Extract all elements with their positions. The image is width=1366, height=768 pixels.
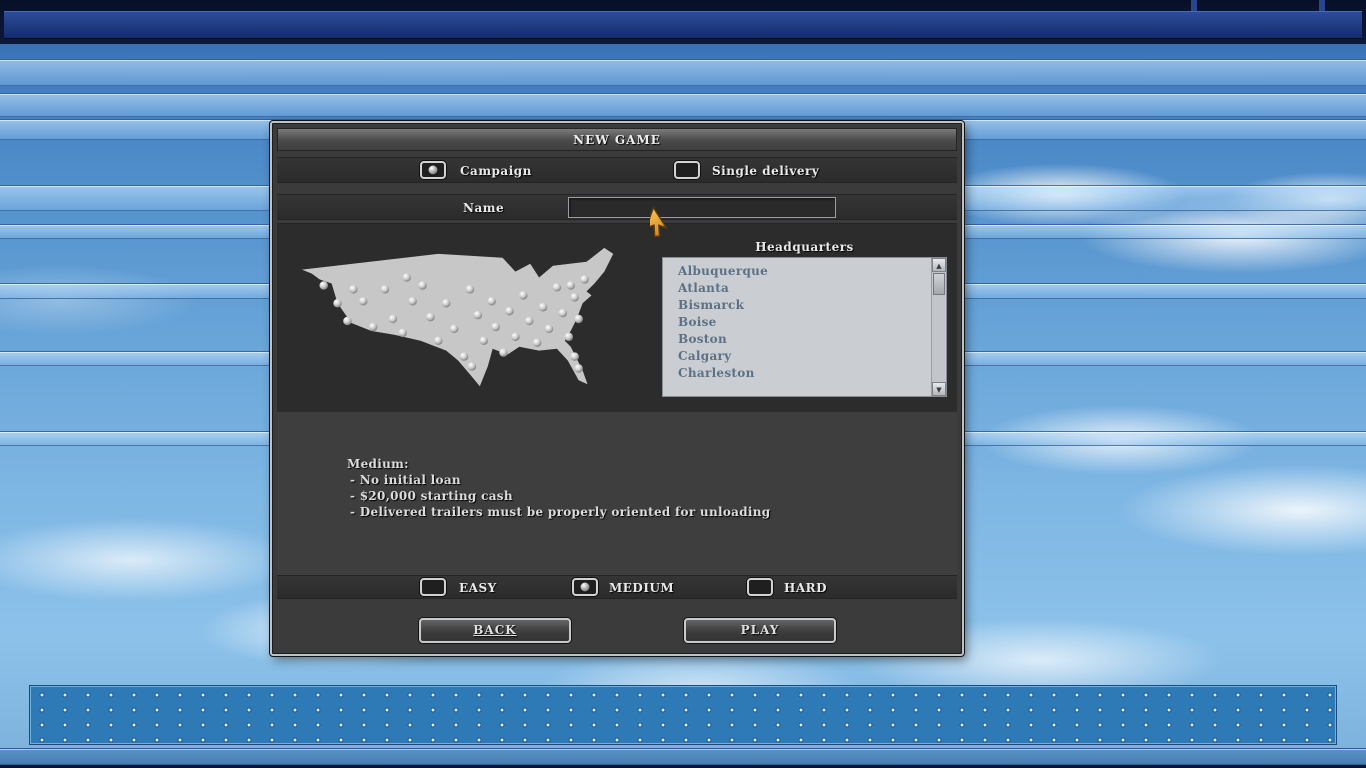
headquarters-list-item[interactable]: Boise bbox=[663, 314, 931, 331]
back-button[interactable]: BACK bbox=[419, 618, 571, 643]
name-label: Name bbox=[463, 199, 504, 217]
single-delivery-checkbox[interactable] bbox=[674, 161, 700, 179]
headquarters-list-item[interactable]: Charleston bbox=[663, 365, 931, 382]
new-game-dialog: NEW GAME Campaign Single delivery Name H… bbox=[270, 121, 964, 656]
difficulty-description-lines: - No initial loan- $20,000 starting cash… bbox=[347, 472, 770, 520]
down-arrow-icon: ▼ bbox=[936, 385, 941, 394]
headquarters-list-items: AlbuquerqueAtlantaBismarckBoiseBostonCal… bbox=[663, 263, 931, 393]
background-stripe bbox=[0, 59, 1366, 86]
easy-label: EASY bbox=[459, 579, 497, 597]
map-section: Headquarters AlbuquerqueAtlantaBismarckB… bbox=[277, 223, 957, 412]
hard-checkbox[interactable] bbox=[747, 578, 773, 596]
headquarters-list-item[interactable]: Albuquerque bbox=[663, 263, 931, 280]
dialog-title-bar: NEW GAME bbox=[277, 128, 957, 151]
headquarters-list-item[interactable]: Calgary bbox=[663, 348, 931, 365]
difficulty-description-line: - $20,000 starting cash bbox=[350, 488, 770, 504]
background-stripe bbox=[0, 93, 1366, 117]
top-bar-divider bbox=[1319, 0, 1325, 11]
top-bar bbox=[0, 0, 1366, 44]
headquarters-scrollbar: ▲ ▼ bbox=[931, 258, 946, 396]
bottom-dotted-panel bbox=[30, 686, 1336, 744]
headquarters-list: AlbuquerqueAtlantaBismarckBoiseBostonCal… bbox=[662, 257, 947, 397]
campaign-label: Campaign bbox=[460, 162, 532, 180]
headquarters-list-item[interactable]: Boston bbox=[663, 331, 931, 348]
medium-label: MEDIUM bbox=[609, 579, 674, 597]
scrollbar-down-button[interactable]: ▼ bbox=[932, 382, 946, 396]
name-input[interactable] bbox=[568, 197, 836, 218]
campaign-checkbox[interactable] bbox=[420, 161, 446, 179]
difficulty-description: Medium: - No initial loan- $20,000 start… bbox=[277, 412, 957, 575]
background-stripe bbox=[0, 748, 1366, 765]
headquarters-label: Headquarters bbox=[662, 238, 947, 256]
difficulty-description-title: Medium: bbox=[347, 456, 770, 472]
mode-row: Campaign Single delivery bbox=[277, 157, 957, 183]
dialog-title: NEW GAME bbox=[573, 133, 661, 147]
hard-label: HARD bbox=[784, 579, 827, 597]
up-arrow-icon: ▲ bbox=[936, 261, 941, 270]
name-row: Name bbox=[277, 194, 957, 220]
difficulty-description-text: Medium: - No initial loan- $20,000 start… bbox=[347, 456, 770, 520]
difficulty-row: EASY MEDIUM HARD bbox=[277, 575, 957, 599]
top-bar-divider bbox=[1191, 0, 1197, 11]
headquarters-list-item[interactable]: Bismarck bbox=[663, 297, 931, 314]
mouse-cursor bbox=[650, 206, 682, 240]
headquarters-list-item[interactable]: Atlanta bbox=[663, 280, 931, 297]
single-delivery-label: Single delivery bbox=[712, 162, 819, 180]
top-bar-panel bbox=[4, 11, 1362, 39]
easy-checkbox[interactable] bbox=[420, 578, 446, 596]
difficulty-description-line: - No initial loan bbox=[350, 472, 770, 488]
play-button-label: PLAY bbox=[741, 623, 780, 637]
difficulty-description-line: - Delivered trailers must be properly or… bbox=[350, 504, 770, 520]
back-button-label: BACK bbox=[473, 623, 516, 637]
scrollbar-up-button[interactable]: ▲ bbox=[932, 258, 946, 272]
play-button[interactable]: PLAY bbox=[684, 618, 836, 643]
scrollbar-thumb[interactable] bbox=[933, 273, 945, 295]
medium-checkbox[interactable] bbox=[572, 578, 598, 596]
usa-map bbox=[290, 240, 642, 406]
